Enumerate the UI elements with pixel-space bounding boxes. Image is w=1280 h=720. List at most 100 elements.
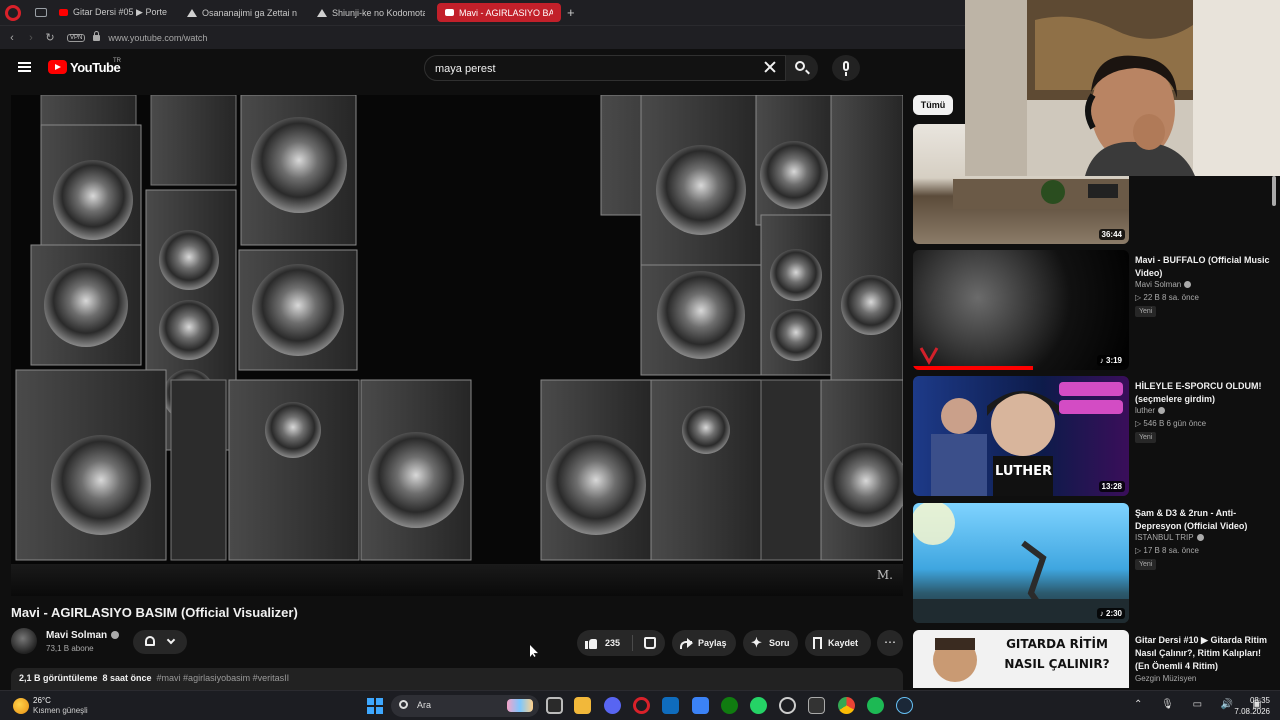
recommended-channel[interactable]: luther [1135, 406, 1166, 415]
back-button[interactable]: ‹ [5, 32, 19, 44]
notification-bell-button[interactable] [133, 630, 187, 654]
weather-sun-icon[interactable] [13, 698, 29, 714]
video-thumbnail[interactable]: GITARDA RİTİM NASIL ÇALINIR? [913, 630, 1129, 688]
recommended-video[interactable]: ♪ 3:19 Mavi - BUFFALO (Official Music Vi… [913, 250, 1273, 370]
recommended-channel-name[interactable]: ISTANBUL TRIP [1135, 533, 1194, 542]
like-count[interactable]: 235 [605, 638, 620, 648]
tab-manager-icon[interactable] [35, 8, 47, 17]
ask-button[interactable]: Soru [743, 630, 798, 656]
recommended-video[interactable]: LUTHER 13:28 HİLEYLE E-SPORCU OLDUM! (se… [913, 376, 1273, 496]
lock-icon[interactable] [93, 30, 101, 41]
browser-tab[interactable]: Gitar Dersi #05 ▶ Porte Üz [51, 3, 175, 22]
video-duration: ♪ 2:30 [1096, 608, 1125, 619]
video-player[interactable]: M. [11, 95, 903, 596]
discord-icon[interactable] [604, 697, 621, 714]
video-thumbnail[interactable]: ♪ 3:19 [913, 250, 1129, 370]
share-button[interactable]: Paylaş [672, 630, 736, 656]
outlook-icon[interactable] [662, 697, 679, 714]
system-clock[interactable]: 08:35 7.08.2026 [1232, 695, 1270, 717]
xbox-icon[interactable] [721, 697, 738, 714]
subscriber-count: 73,1 B abone [46, 644, 94, 653]
manga-site-icon [317, 8, 327, 17]
like-dislike-group: 235 [577, 630, 665, 656]
epic-games-icon[interactable] [808, 697, 825, 714]
bookmark-icon [813, 637, 822, 649]
recommended-channel-name[interactable]: luther [1135, 406, 1155, 415]
voice-search-button[interactable] [832, 55, 860, 81]
recommended-channel-name[interactable]: Mavi Solman [1135, 280, 1181, 289]
recommended-title[interactable]: HİLEYLE E-SPORCU OLDUM! (seçmelere girdi… [1135, 380, 1273, 406]
more-actions-button[interactable]: ⋯ [877, 630, 903, 656]
country-code: TR [113, 58, 121, 64]
steam-icon[interactable] [896, 697, 913, 714]
recommended-video[interactable]: ♪ 2:30 Şam & D3 & 2run - Anti-Depresyon … [913, 503, 1273, 623]
recommended-channel[interactable]: ISTANBUL TRIP [1135, 533, 1204, 542]
spotify-icon[interactable] [867, 697, 884, 714]
video-thumbnail[interactable]: LUTHER 13:28 [913, 376, 1129, 496]
webcam-overlay [965, 0, 1280, 176]
sidebar-scrollbar[interactable] [1272, 176, 1276, 206]
new-tab-button[interactable]: + [567, 5, 575, 20]
opera-icon[interactable] [633, 697, 650, 714]
store-icon[interactable] [692, 697, 709, 714]
dislike-button[interactable] [644, 637, 657, 649]
ask-label: Soru [769, 638, 790, 648]
task-view-icon[interactable] [546, 697, 563, 714]
url-field[interactable]: www.youtube.com/watch [108, 33, 207, 43]
reload-button[interactable]: ↻ [43, 31, 57, 44]
mouse-cursor [530, 645, 538, 657]
youtube-icon [59, 9, 68, 16]
upload-time: 8 saat önce [102, 673, 152, 683]
recommended-title[interactable]: Mavi - BUFFALO (Official Music Video) [1135, 254, 1273, 280]
recommended-channel[interactable]: Mavi Solman [1135, 280, 1192, 289]
start-button[interactable] [367, 698, 383, 714]
verified-icon [1158, 407, 1166, 414]
video-thumbnail[interactable]: ♪ 2:30 [913, 503, 1129, 623]
weather-description[interactable]: Kısmen güneşli [33, 706, 88, 715]
taskbar-search[interactable]: Ara [391, 695, 539, 717]
search-highlight-icon [507, 699, 533, 712]
whatsapp-icon[interactable] [750, 697, 767, 714]
like-button[interactable] [585, 637, 597, 649]
search-box [424, 55, 786, 81]
youtube-masthead: YouTube TR [0, 49, 965, 89]
recommended-channel[interactable]: Gezgin Müzisyen [1135, 674, 1196, 683]
weather-temperature[interactable]: 26°C [33, 696, 51, 705]
channel-avatar[interactable] [11, 628, 37, 654]
video-duration: 13:28 [1098, 481, 1125, 492]
verified-icon [1196, 534, 1204, 541]
recommended-title[interactable]: Gitar Dersi #10 ▶ Gitarda Ritim Nasıl Ça… [1135, 634, 1273, 673]
file-explorer-icon[interactable] [574, 697, 591, 714]
verified-icon [1184, 281, 1192, 288]
video-duration: ♪ 3:19 [1096, 355, 1125, 366]
description-box[interactable]: 2,1 B görüntüleme 8 saat önce #mavi #agirl… [11, 668, 903, 690]
chrome-icon[interactable] [838, 697, 855, 714]
channel-name-text[interactable]: Mavi Solman [46, 630, 107, 641]
browser-tab[interactable]: Shiunji-ke no Kodomotach [309, 3, 433, 22]
channel-name[interactable]: Mavi Solman [46, 630, 120, 641]
youtube-logo-icon[interactable] [48, 60, 67, 74]
settings-gear-icon[interactable] [779, 697, 796, 714]
browser-tab[interactable]: Osananajimi ga Zettai ni M [179, 3, 305, 22]
recommended-title[interactable]: Şam & D3 & 2run - Anti-Depresyon (Offici… [1135, 507, 1273, 533]
hashtags[interactable]: #mavi #agirlasiyobasim #veritasII [157, 673, 290, 683]
search-icon [399, 700, 408, 709]
manga-site-icon [187, 8, 197, 17]
search-input[interactable] [435, 60, 735, 77]
vpn-badge[interactable]: VPN [67, 33, 86, 42]
tab-title: Gitar Dersi #05 ▶ Porte Üz [73, 7, 167, 17]
save-button[interactable]: Kaydet [805, 630, 871, 656]
recommended-video[interactable]: GITARDA RİTİM NASIL ÇALINIR? Gitar Dersi… [913, 630, 1273, 688]
opera-menu-icon[interactable] [5, 4, 21, 21]
view-count: 2,1 B görüntüleme [19, 673, 98, 683]
speaker-wall-frame [11, 95, 903, 596]
thumbnail-text: LUTHER [995, 464, 1053, 479]
forward-button[interactable]: › [24, 32, 38, 44]
clear-search-icon[interactable] [763, 60, 777, 74]
browser-tab-active[interactable]: Mavi - AGIRLASIYO BA [437, 3, 561, 22]
menu-icon[interactable] [18, 62, 31, 72]
bell-icon [145, 636, 155, 646]
search-button[interactable] [786, 55, 818, 81]
filter-chip-all[interactable]: Tümü [913, 95, 953, 115]
tab-title: Mavi - AGIRLASIYO BA [459, 7, 553, 18]
